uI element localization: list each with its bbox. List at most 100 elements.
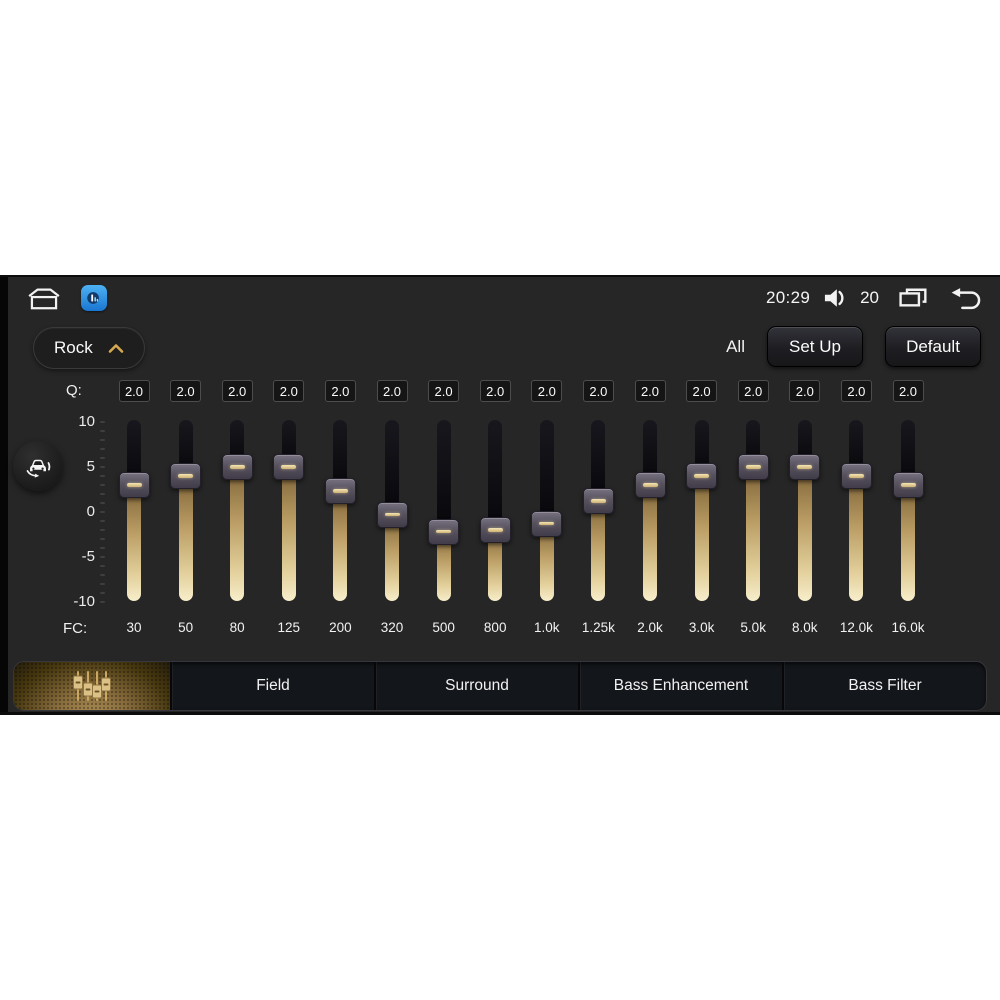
slider-handle[interactable] [221,454,253,480]
tab-field[interactable]: Field [170,662,374,710]
slider-track[interactable] [643,420,657,601]
slider-track[interactable] [281,420,296,601]
q-value-box: 2.0 [582,380,614,402]
preset-label: Rock [54,338,93,357]
gain-axis-tick [100,430,105,432]
slider-track-lower [901,485,915,601]
slider-handle[interactable] [428,518,460,545]
gain-axis-tick [100,565,105,567]
gain-axis-tick [100,529,105,531]
slider-handle[interactable] [686,463,718,489]
gain-axis-tick [100,475,105,477]
slider-track-lower [643,485,657,601]
slider-handle[interactable] [170,463,202,489]
slider-track-lower [127,485,141,601]
music-app-icon[interactable] [81,285,107,311]
preset-dropdown[interactable]: Rock [33,327,145,369]
q-value-box: 2.0 [170,380,202,402]
fc-frequency-label: 125 [277,620,301,635]
q-value-box: 2.0 [324,380,356,402]
slider-track[interactable] [436,420,451,601]
slider-track[interactable] [746,420,761,601]
tab-bass-enhancement[interactable]: Bass Enhancement [578,662,782,710]
gain-axis-tick [100,439,105,441]
slider-handle[interactable] [634,472,666,498]
gain-axis-tick [100,520,105,522]
gain-axis-tick [100,448,105,450]
chevron-up-icon [108,343,124,354]
fc-frequency-label: 1.0k [534,620,560,635]
tab-bass-filter[interactable]: Bass Filter [782,662,986,710]
tab-label: Surround [445,677,509,694]
slider-handle[interactable] [582,488,614,515]
fc-frequency-label: 200 [329,620,352,635]
gain-axis-tick [100,583,105,585]
head-unit-screen: 20:29 20 Rock All Set Up Default Q: FC: … [0,275,1000,715]
q-value-box: 2.0 [273,380,305,402]
gain-axis-label: 10 [78,413,95,430]
volume-icon[interactable] [823,287,847,309]
slider-handle[interactable] [737,454,769,480]
q-value-box: 2.0 [840,380,872,402]
slider-track-lower [178,476,193,601]
gain-axis-tick [100,601,105,603]
slider-track[interactable] [230,420,245,601]
slider-track[interactable] [901,420,915,601]
slider-handle[interactable] [273,454,305,480]
tab-label: Field [256,677,290,694]
status-bar-right: 20:29 20 [766,284,984,312]
fc-frequency-label: 3.0k [688,620,715,635]
slider-handle[interactable] [531,510,563,537]
recent-apps-icon[interactable] [896,286,929,310]
slider-track-lower [694,476,709,601]
q-value-box: 2.0 [686,380,718,402]
fc-frequency-label: 16.0k [891,620,925,635]
gain-axis-tick [100,466,105,468]
sound-position-button[interactable] [13,441,63,491]
slider-handle[interactable] [840,463,872,489]
all-toggle[interactable]: All [726,337,745,357]
gain-axis-tick [100,484,105,486]
home-icon[interactable] [25,285,63,311]
gain-axis-tick [100,574,105,576]
q-value-box: 2.0 [634,380,666,402]
slider-handle[interactable] [118,472,150,498]
slider-handle[interactable] [324,478,356,505]
slider-track[interactable] [694,420,709,601]
slider-handle[interactable] [376,501,408,528]
gain-axis-label: 0 [86,503,95,520]
gain-axis-tick [100,547,105,549]
q-value-box: 2.0 [737,380,769,402]
volume-level: 20 [860,288,879,307]
slider-handle[interactable] [789,454,821,480]
slider-track-lower [333,491,348,601]
q-value-box: 2.0 [118,380,150,402]
gain-axis-tick [100,592,105,594]
q-value-box: 2.0 [479,380,511,402]
tab-surround[interactable]: Surround [374,662,578,710]
gain-axis-tick [100,457,105,459]
slider-track[interactable] [849,420,864,601]
slider-track-lower [746,467,761,601]
slider-track-lower [591,501,606,601]
back-icon[interactable] [948,285,984,311]
default-button[interactable]: Default [885,326,981,367]
q-value-box: 2.0 [789,380,821,402]
slider-handle[interactable] [892,472,924,498]
q-row-label: Q: [66,382,82,399]
tab-equalizer[interactable] [14,662,170,710]
gain-axis-tick [100,421,105,423]
slider-track[interactable] [797,420,812,601]
slider-track-lower [230,467,245,601]
q-value-box: 2.0 [376,380,408,402]
slider-track[interactable] [488,420,503,601]
fc-frequency-label: 2.0k [637,620,663,635]
slider-handle[interactable] [479,517,511,543]
gain-axis-tick [100,538,105,540]
slider-track[interactable] [127,420,141,601]
setup-button[interactable]: Set Up [767,326,863,367]
slider-track-upper [539,420,554,524]
slider-track-upper [385,420,399,515]
slider-track[interactable] [333,420,348,601]
slider-track[interactable] [178,420,193,601]
